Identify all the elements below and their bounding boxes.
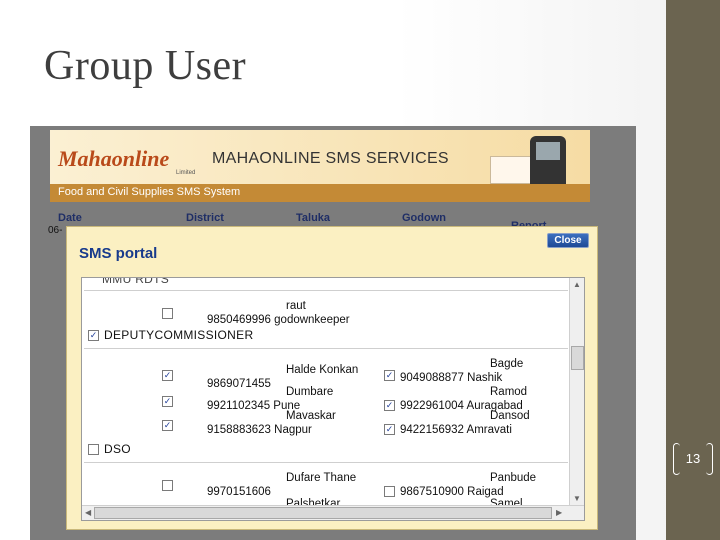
- scroll-right-arrow-icon[interactable]: ▶: [556, 508, 562, 517]
- scroll-up-arrow-icon[interactable]: ▲: [573, 280, 581, 289]
- scroll-down-arrow-icon[interactable]: ▼: [573, 494, 581, 503]
- checkbox-icon[interactable]: [384, 486, 395, 497]
- scroll-left-arrow-icon[interactable]: ◀: [85, 508, 91, 517]
- app-screenshot: Mahaonline Limited MAHAONLINE SMS SERVIC…: [30, 126, 636, 540]
- vertical-scroll-thumb[interactable]: [571, 346, 584, 370]
- recipient-name: Dansod: [490, 410, 530, 422]
- recipient-name: Dumbare: [286, 386, 334, 398]
- checkbox-icon[interactable]: [162, 370, 173, 381]
- close-button[interactable]: Close: [547, 233, 589, 248]
- column-date: Date: [58, 212, 82, 224]
- column-district: District: [186, 212, 224, 224]
- recipient-name: Panbude: [490, 472, 537, 484]
- divider: [84, 348, 568, 349]
- site-header: Mahaonline Limited MAHAONLINE SMS SERVIC…: [50, 130, 590, 194]
- recipient-phone: 9970151606: [207, 486, 271, 498]
- group-label-cut: MMU RDTS: [102, 277, 170, 286]
- divider: [84, 290, 568, 291]
- recipient-name: Mavaskar: [286, 410, 336, 422]
- logo-subtitle: Limited: [176, 170, 196, 176]
- horizontal-scroll-thumb[interactable]: [94, 507, 552, 519]
- recipient-list[interactable]: MMU RDTS raut 9850469996 godownkeeper DE…: [81, 277, 585, 521]
- group-dso: DSO: [104, 442, 131, 456]
- checkbox-icon[interactable]: [384, 370, 395, 381]
- recipient-phone-role: 9850469996 godownkeeper: [207, 314, 350, 326]
- recipient-phone: 9869071455: [207, 378, 271, 390]
- column-taluka: Taluka: [296, 212, 331, 224]
- recipient-name: Ramod: [490, 386, 528, 398]
- divider: [84, 462, 568, 463]
- recipient-name: Dufare Thane: [286, 472, 357, 484]
- recipient-name: Bagde: [490, 358, 524, 370]
- dialog-title: SMS portal: [79, 245, 158, 262]
- checkbox-icon[interactable]: [384, 424, 395, 435]
- checkbox-icon[interactable]: [88, 330, 99, 341]
- slide-title: Group User: [44, 43, 247, 89]
- checkbox-icon[interactable]: [162, 396, 173, 407]
- recipient-name: Halde Konkan: [286, 364, 359, 376]
- date-fragment: 06-: [48, 225, 63, 236]
- system-title-bar: Food and Civil Supplies SMS System: [50, 184, 590, 202]
- checkbox-icon[interactable]: [162, 480, 173, 491]
- group-deputycommissioner: DEPUTYCOMMISSIONER: [104, 328, 254, 342]
- checkbox-icon[interactable]: [88, 444, 99, 455]
- recipient-name: raut: [286, 300, 306, 312]
- slide-page-number: 13: [673, 443, 713, 475]
- recipient-phone: 9158883623 Nagpur: [207, 424, 312, 436]
- recipient-phone: 9867510900 Raigad: [400, 486, 504, 498]
- service-title: MAHAONLINE SMS SERVICES: [212, 150, 449, 167]
- column-godown: Godown: [402, 212, 446, 224]
- recipient-phone: 9422156932 Amravati: [400, 424, 512, 436]
- sms-portal-dialog: SMS portal Close MMU RDTS raut 985046999…: [66, 226, 598, 530]
- mail-envelope-icon: [490, 156, 532, 184]
- recipient-phone: 9049088877 Nashik: [400, 372, 503, 384]
- checkbox-icon[interactable]: [162, 420, 173, 431]
- mahaonline-logo: Mahaonline: [58, 146, 170, 171]
- system-title: Food and Civil Supplies SMS System: [58, 186, 241, 198]
- vertical-scrollbar[interactable]: ▲ ▼: [569, 278, 584, 506]
- checkbox-icon[interactable]: [162, 308, 173, 319]
- checkbox-icon[interactable]: [384, 400, 395, 411]
- horizontal-scrollbar[interactable]: ◀ ▶: [82, 505, 584, 520]
